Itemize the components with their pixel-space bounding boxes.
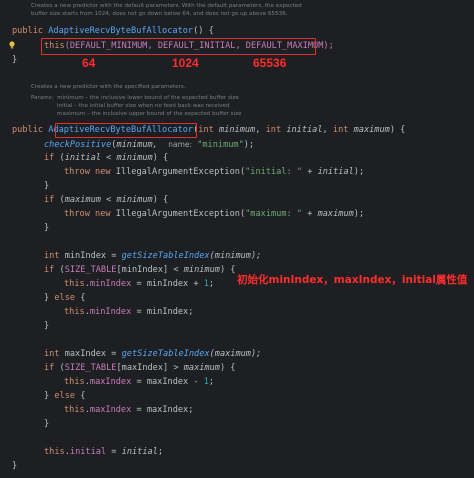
code-editor[interactable]: Creates a new predictor with the default… [0,0,474,478]
annotation-minimum: 64 [82,56,96,70]
code-line: } else { [44,391,86,401]
code-line: this.minIndex = minIndex; [64,307,194,317]
code-line: this.maxIndex = maxIndex - 1; [64,377,215,387]
doc-comment-line: maximum – the inclusive upper bound of t… [57,111,242,117]
code-line: } else { [44,293,86,303]
highlight-box [55,123,197,138]
code-line: this.initial = initial; [44,447,164,457]
code-line: throw new IllegalArgumentException("init… [64,167,365,177]
code-line: checkPositive(minimum, name: "minimum"); [44,140,255,150]
highlight-box [41,38,316,55]
code-line: if (SIZE_TABLE[maxIndex] > maximum) { [44,363,236,373]
annotation-maximum: 65536 [253,56,287,70]
lightbulb-icon[interactable] [9,41,15,49]
code-line: throw new IllegalArgumentException("maxi… [64,209,365,219]
code-line: if (initial < minimum) { [44,153,169,163]
code-line: } [44,321,50,331]
code-line: if (maximum < minimum) { [44,195,169,205]
code-line: this.maxIndex = maxIndex; [64,405,194,415]
code-line: int minIndex = getSizeTableIndex(minimum… [44,251,262,261]
doc-comment-line: Params: minimum – the inclusive lower bo… [31,95,239,101]
code-line: public AdaptiveRecvByteBufAllocator() { [12,26,214,36]
code-line: } [12,55,18,65]
code-line: int maxIndex = getSizeTableIndex(maximum… [44,349,262,359]
code-line: this.minIndex = minIndex + 1; [64,279,215,289]
doc-comment-line: Creates a new predictor with the specifi… [31,84,186,90]
code-line: } [44,181,50,191]
doc-comment-line: initial – the initial buffer size when n… [57,103,230,109]
code-line: if (SIZE_TABLE[minIndex] < minimum) { [44,265,236,275]
doc-comment-line: Creates a new predictor with the default… [31,3,302,9]
code-line: } [44,223,50,233]
annotation-initial: 1024 [172,56,199,70]
annotation-note: 初始化minIndex，maxIndex，initial属性值 [237,274,468,286]
code-line: } [44,419,50,429]
code-line: } [12,461,18,471]
doc-comment-line: buffer size starts from 1024, does not g… [31,11,288,17]
